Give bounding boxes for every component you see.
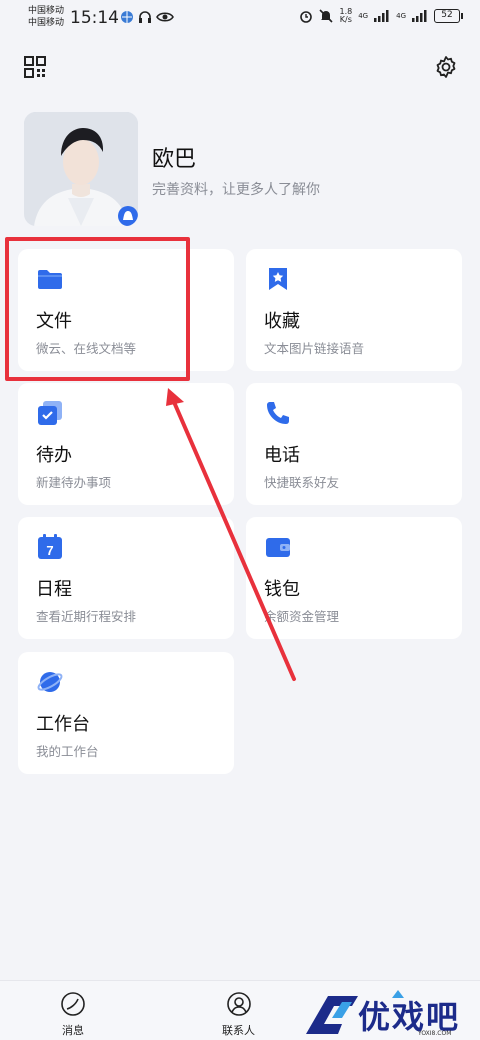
speed-unit: K/s	[339, 15, 352, 24]
card-phone-title: 电话	[264, 445, 300, 466]
card-favorites-title: 收藏	[264, 311, 300, 332]
card-todo-title: 待办	[36, 445, 72, 466]
tab-contacts-label: 联系人	[222, 1024, 255, 1037]
card-wallet-title: 钱包	[264, 579, 300, 600]
calendar-day: 7	[46, 543, 53, 558]
settings-gear-icon[interactable]	[434, 55, 458, 79]
status-right: 1.8 K/s 4G 4G 52	[299, 8, 463, 24]
card-favorites-subtitle: 文本图片链接语音	[264, 341, 365, 356]
card-schedule-title: 日程	[36, 579, 72, 600]
card-workbench-subtitle: 我的工作台	[36, 744, 99, 759]
card-favorites[interactable]: 收藏 文本图片链接语音	[246, 249, 462, 371]
card-phone[interactable]: 电话 快捷联系好友	[246, 383, 462, 505]
highlight-box	[5, 237, 190, 381]
card-wallet[interactable]: 钱包 余额资金管理	[246, 517, 462, 639]
avatar[interactable]	[24, 112, 138, 226]
battery-indicator: 52	[434, 9, 463, 23]
card-workbench-title: 工作台	[36, 714, 90, 735]
contacts-person-icon	[226, 992, 251, 1016]
profile-subtitle[interactable]: 完善资料，让更多人了解你	[152, 179, 320, 199]
chat-bubble-icon	[61, 992, 85, 1016]
network-type-1: 4G	[358, 12, 369, 20]
qr-code-icon[interactable]	[24, 56, 46, 78]
alarm-icon	[300, 11, 313, 23]
card-phone-subtitle: 快捷联系好友	[264, 475, 340, 490]
status-bar: 中国移动 中国移动 15:14 1.8 K/s 4G 4G 52	[0, 0, 480, 36]
avatar-photo-icon	[24, 112, 138, 226]
phone-icon	[267, 402, 289, 424]
profile-nickname[interactable]: 欧巴	[152, 141, 196, 173]
watermark-url: YOXI8.COM	[418, 1030, 452, 1037]
card-wallet-subtitle: 余额资金管理	[264, 609, 340, 624]
card-todo[interactable]: 待办 新建待办事项	[18, 383, 234, 505]
tab-messages-label: 消息	[62, 1024, 84, 1037]
signal-icon-2	[412, 10, 427, 22]
wallet-icon	[266, 538, 290, 557]
mute-bell-icon	[319, 9, 334, 23]
carrier-1: 中国移动	[28, 6, 65, 16]
tab-contacts[interactable]: 联系人	[222, 991, 255, 1038]
card-workbench[interactable]: 工作台 我的工作台	[18, 652, 234, 774]
globe-status-icon	[121, 11, 133, 23]
network-type-2: 4G	[396, 12, 406, 20]
eye-icon	[156, 12, 174, 22]
status-time: 15:14	[70, 8, 119, 28]
network-speed: 1.8 K/s	[339, 8, 352, 24]
planet-icon	[37, 672, 63, 692]
calendar-icon: 7	[38, 534, 62, 559]
carrier-2: 中国移动	[28, 18, 65, 28]
tab-messages[interactable]: 消息	[60, 991, 86, 1038]
todo-check-icon	[38, 401, 62, 425]
bookmark-star-icon	[269, 268, 287, 290]
carrier-info: 中国移动 中国移动	[28, 5, 64, 29]
card-schedule[interactable]: 7 日程 查看近期行程安排	[18, 517, 234, 639]
signal-icon	[374, 10, 389, 22]
card-todo-subtitle: 新建待办事项	[36, 475, 112, 490]
card-schedule-subtitle: 查看近期行程安排	[36, 609, 137, 624]
headphones-icon	[139, 11, 151, 23]
